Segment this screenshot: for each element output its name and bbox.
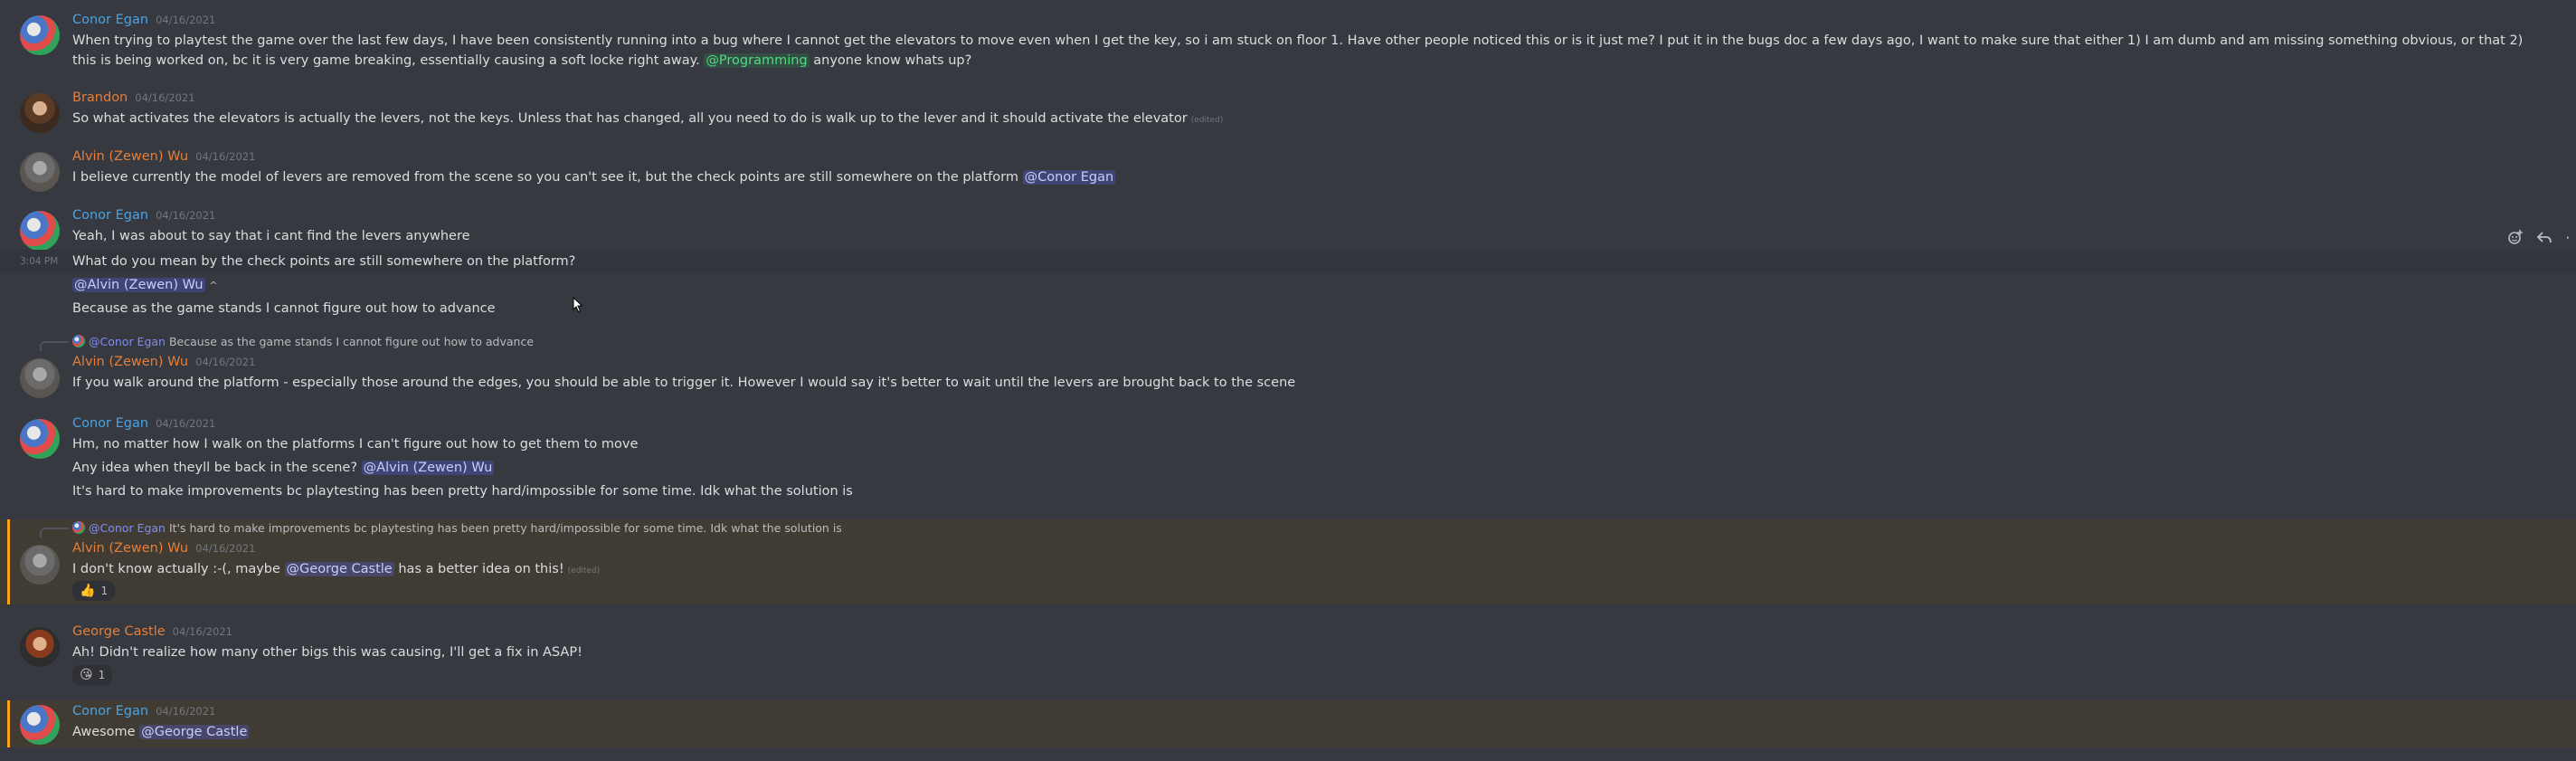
avatar[interactable] (20, 627, 60, 667)
user-mention[interactable]: @George Castle (284, 562, 394, 576)
avatar[interactable] (20, 419, 60, 459)
author-name[interactable]: Conor Egan 04/16/2021 (72, 416, 215, 431)
message-text: Any idea when theyll be back in the scen… (72, 461, 495, 475)
message-text: What do you mean by the check points are… (72, 254, 576, 269)
message-line-hovered[interactable]: 3:04 PM What do you mean by the check po… (0, 250, 2576, 273)
user-mention[interactable]: @Alvin (Zewen) Wu (72, 278, 205, 292)
reply-mention[interactable]: @Conor Egan (89, 521, 166, 535)
reply-preview[interactable]: @Conor Egan It's hard to make improvemen… (72, 521, 842, 535)
timestamp: 04/16/2021 (195, 542, 256, 555)
message-text: Awesome @George Castle (72, 725, 250, 739)
reaction-count: 1 (100, 585, 109, 597)
message-text: Ah! Didn't realize how many other bigs t… (72, 645, 582, 660)
message: Alvin (Zewen) Wu 04/16/2021 I believe cur… (0, 144, 2576, 192)
timestamp: 04/16/2021 (172, 625, 232, 638)
mouse-cursor (573, 296, 583, 317)
user-mention[interactable]: @Alvin (Zewen) Wu (361, 461, 495, 475)
message-text: I believe currently the model of levers … (72, 170, 1116, 185)
author-name[interactable]: Alvin (Zewen) Wu 04/16/2021 (72, 541, 255, 556)
mini-avatar (72, 521, 85, 534)
reply-icon[interactable] (2536, 229, 2552, 250)
message: Conor Egan 04/16/2021 When trying to play… (0, 7, 2576, 72)
message-text: If you walk around the platform - especi… (72, 376, 1296, 390)
message-mentioned: @Conor Egan It's hard to make improvemen… (0, 519, 2576, 604)
mini-avatar (72, 335, 85, 347)
thumbs-up-icon: 👍 (80, 584, 96, 598)
reply-mention[interactable]: @Conor Egan (89, 335, 166, 348)
author-name[interactable]: George Castle 04/16/2021 (72, 624, 232, 639)
avatar[interactable] (20, 358, 60, 398)
message: @Conor Egan Because as the game stands I… (0, 333, 2576, 398)
user-mention[interactable]: @Conor Egan (1022, 170, 1116, 185)
avatar[interactable] (20, 705, 60, 745)
kiss-emoji-icon: 😘 (80, 668, 93, 682)
role-mention[interactable]: @Programming (704, 53, 810, 68)
message-text: Hm, no matter how I walk on the platform… (72, 437, 639, 452)
message-text: When trying to playtest the game over th… (72, 33, 2524, 68)
more-options-icon[interactable]: ⋯ (2565, 229, 2569, 250)
message-text: Yeah, I was about to say that i cant fin… (72, 229, 470, 243)
author-name[interactable]: Alvin (Zewen) Wu 04/16/2021 (72, 355, 255, 369)
message-text: Because as the game stands I cannot figu… (72, 301, 496, 316)
hover-timestamp: 3:04 PM (20, 256, 59, 267)
message: Conor Egan 04/16/2021 Hm, no matter how I… (0, 411, 2576, 503)
message: George Castle 04/16/2021 Ah! Didn't reali… (0, 619, 2576, 688)
reaction-thumbs-up[interactable]: 👍 1 (72, 581, 116, 601)
message-text: It's hard to make improvements bc playte… (72, 484, 853, 499)
message-line: Because as the game stands I cannot figu… (0, 297, 2576, 320)
reply-connector (40, 528, 69, 537)
message-mentioned: Conor Egan 04/16/2021 Awesome @George Cas… (0, 700, 2576, 747)
avatar[interactable] (20, 545, 60, 585)
message-actions: ⋯ (2507, 229, 2569, 250)
avatar[interactable] (20, 152, 60, 192)
timestamp: 04/16/2021 (195, 150, 256, 163)
message-text: I don't know actually :-(, maybe @George… (72, 562, 601, 576)
author-name[interactable]: Conor Egan 04/16/2021 (72, 704, 215, 718)
timestamp: 04/16/2021 (156, 209, 216, 222)
reaction-count: 1 (98, 669, 106, 681)
timestamp: 04/16/2021 (156, 14, 216, 26)
avatar[interactable] (20, 93, 60, 133)
message-text: So what activates the elevators is actua… (72, 111, 1224, 126)
avatar[interactable] (20, 211, 60, 251)
add-reaction-icon[interactable] (2507, 229, 2524, 250)
timestamp: 04/16/2021 (135, 91, 195, 104)
reply-preview[interactable]: @Conor Egan Because as the game stands I… (72, 335, 534, 348)
caret-text: ^ (209, 280, 218, 291)
reaction-kiss[interactable]: 😘 1 (72, 665, 113, 685)
author-name[interactable]: Conor Egan 04/16/2021 (72, 13, 215, 27)
message: Brandon 04/16/2021 So what activates the … (0, 85, 2576, 133)
author-name[interactable]: Alvin (Zewen) Wu 04/16/2021 (72, 149, 255, 164)
reply-connector (40, 341, 69, 351)
message-line: @Alvin (Zewen) Wu ^ (0, 273, 2576, 297)
edited-label: (edited) (1190, 116, 1224, 125)
author-name[interactable]: Conor Egan 04/16/2021 (72, 208, 215, 223)
user-mention[interactable]: @George Castle (139, 725, 250, 739)
timestamp: 04/16/2021 (195, 356, 256, 368)
timestamp: 04/16/2021 (156, 417, 216, 430)
avatar[interactable] (20, 15, 60, 55)
author-name[interactable]: Brandon 04/16/2021 (72, 90, 195, 105)
timestamp: 04/16/2021 (156, 705, 216, 718)
edited-label: (edited) (567, 566, 601, 576)
